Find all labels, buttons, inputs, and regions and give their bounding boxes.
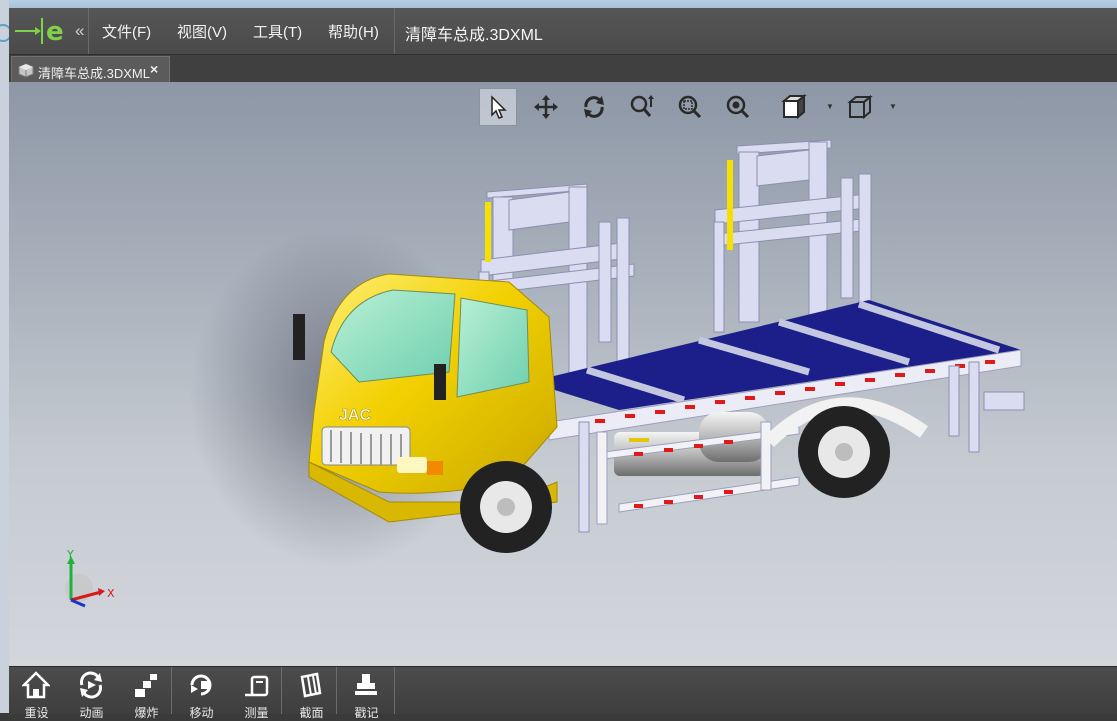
reset-button[interactable]: 重设 <box>9 667 64 720</box>
document-title: 清障车总成.3DXML <box>405 27 543 44</box>
3d-viewport[interactable]: JAC ▼ ▼ Y X <box>9 82 1117 666</box>
view-toolbar: ▼ ▼ <box>479 86 899 126</box>
animation-button[interactable]: 动画 <box>64 667 119 720</box>
measure-button[interactable]: 测量 <box>229 667 284 720</box>
bottom-toolbar: 重设 动画 爆炸 移动 测量 截面 戳记 <box>9 666 1117 720</box>
move-button[interactable]: 移动 <box>174 667 229 720</box>
render-mode-icon[interactable] <box>775 88 813 126</box>
collapse-panel-icon[interactable]: « <box>75 21 84 41</box>
menu-divider <box>394 8 395 54</box>
view-cube-icon[interactable] <box>841 88 879 126</box>
toolbar-divider <box>171 667 172 714</box>
pan-move-icon[interactable] <box>527 88 565 126</box>
toolbar-divider <box>281 667 282 714</box>
menu-view[interactable]: 视图(V) <box>177 21 227 42</box>
view-dropdown-icon[interactable]: ▼ <box>889 102 897 111</box>
explode-icon <box>135 674 157 697</box>
svg-text:e: e <box>46 17 64 47</box>
menu-help[interactable]: 帮助(H) <box>328 21 379 42</box>
menu-bar: e « 文件(F) 视图(V) 工具(T) 帮助(H) 清障车总成.3DXML <box>9 8 1117 55</box>
tab-document[interactable]: 清障车总成.3DXML × <box>11 56 170 83</box>
truck-3d-model[interactable]: JAC <box>9 82 1117 666</box>
zoom-box-icon[interactable] <box>671 88 709 126</box>
menu-file[interactable]: 文件(F) <box>102 21 151 42</box>
tab-label: 清障车总成.3DXML <box>38 66 150 81</box>
title-bar <box>9 0 1117 8</box>
toolbar-divider <box>336 667 337 714</box>
document-tab-bar: 清障车总成.3DXML × <box>9 55 1117 83</box>
animation-icon <box>80 671 102 699</box>
section-cut-icon <box>300 672 322 698</box>
render-mode-dropdown-icon[interactable]: ▼ <box>826 102 834 111</box>
zoom-icon[interactable] <box>623 88 661 126</box>
explode-button[interactable]: 爆炸 <box>119 667 174 720</box>
axis-triad-icon: Y X <box>65 548 115 608</box>
stamp-icon <box>355 674 377 695</box>
3dxml-file-icon <box>18 63 34 81</box>
move-part-icon <box>190 674 212 696</box>
toolbar-divider <box>394 667 395 714</box>
section-button[interactable]: 截面 <box>284 667 339 720</box>
home-icon <box>22 671 50 699</box>
measure-icon <box>245 675 269 697</box>
close-icon[interactable]: × <box>150 61 158 77</box>
zoom-fit-icon[interactable] <box>719 88 757 126</box>
select-arrow-icon[interactable] <box>479 88 517 126</box>
axis-x-label: X <box>107 587 115 600</box>
stamp-button[interactable]: 戳记 <box>339 667 394 720</box>
menu-tools[interactable]: 工具(T) <box>253 21 302 42</box>
axis-y-label: Y <box>66 548 74 561</box>
menu-divider <box>88 8 89 54</box>
rotate-icon[interactable] <box>575 88 613 126</box>
truck-badge: JAC <box>339 407 371 424</box>
